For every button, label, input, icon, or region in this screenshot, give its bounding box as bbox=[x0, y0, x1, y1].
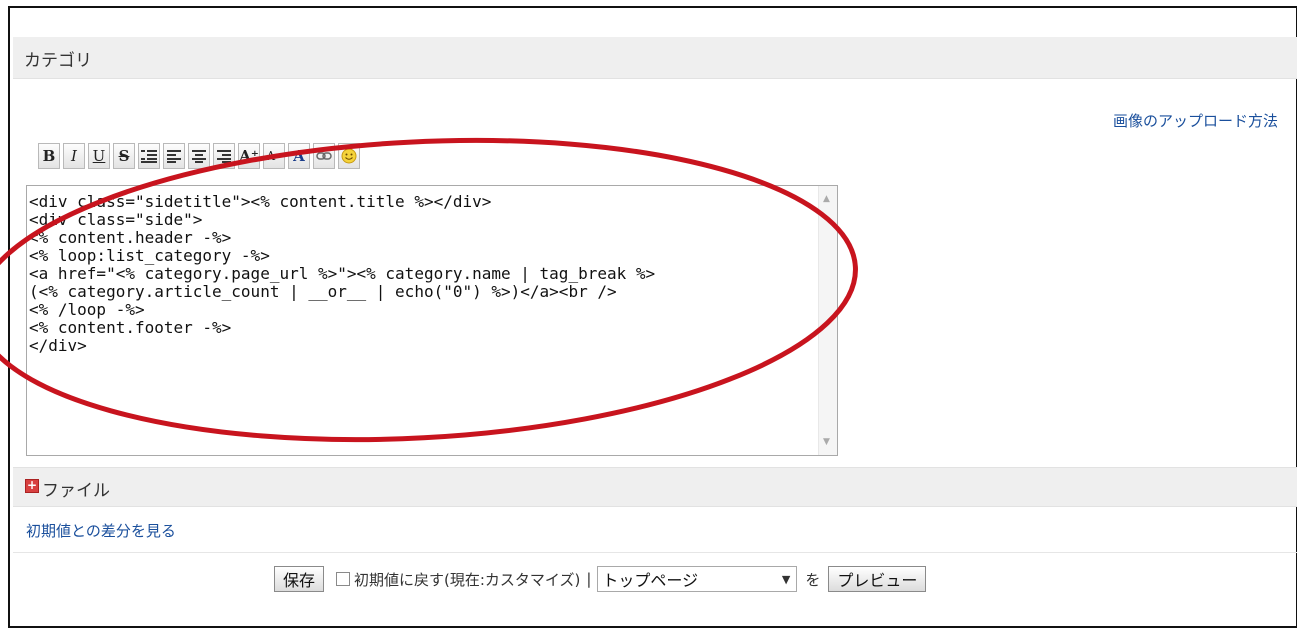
file-section-title[interactable]: ファイル bbox=[42, 476, 110, 501]
font-size-up-icon[interactable]: A⁺ bbox=[238, 143, 260, 169]
separator: | bbox=[586, 570, 592, 588]
underline-icon[interactable]: U bbox=[88, 143, 110, 169]
scroll-down-icon[interactable]: ▼ bbox=[823, 437, 830, 447]
italic-icon[interactable]: I bbox=[63, 143, 85, 169]
blockquote-icon[interactable] bbox=[138, 143, 160, 169]
page-select-value: トップページ bbox=[602, 571, 699, 590]
expand-plus-icon[interactable]: + bbox=[25, 479, 39, 493]
category-header: カテゴリ bbox=[13, 37, 1297, 79]
align-left-icon[interactable] bbox=[163, 143, 185, 169]
editor-content[interactable]: <div class="sidetitle"><% content.title … bbox=[29, 193, 655, 355]
align-right-icon[interactable] bbox=[213, 143, 235, 169]
scroll-up-icon[interactable]: ▲ bbox=[823, 194, 830, 204]
editor-toolbar: B I U S A⁺ A⁻ A bbox=[38, 143, 362, 173]
wo-label: を bbox=[805, 570, 821, 589]
divider bbox=[13, 552, 1297, 553]
reset-label: 初期値に戻す(現在:カスタマイズ) bbox=[354, 570, 581, 589]
link-icon[interactable] bbox=[313, 143, 335, 169]
font-color-icon[interactable]: A bbox=[288, 143, 310, 169]
strikethrough-icon[interactable]: S bbox=[113, 143, 135, 169]
save-button[interactable]: 保存 bbox=[274, 566, 325, 592]
editor-scrollbar[interactable]: ▲ ▼ bbox=[818, 186, 837, 455]
bold-icon[interactable]: B bbox=[38, 143, 60, 169]
template-code-editor[interactable]: <div class="sidetitle"><% content.title … bbox=[26, 185, 838, 456]
view-diff-link[interactable]: 初期値との差分を見る bbox=[26, 520, 176, 541]
image-upload-help-link[interactable]: 画像のアップロード方法 bbox=[1113, 110, 1278, 131]
file-section-header[interactable]: + ファイル bbox=[13, 467, 1297, 507]
reset-checkbox[interactable] bbox=[336, 572, 351, 586]
font-size-down-icon[interactable]: A⁻ bbox=[263, 143, 285, 169]
emoticon-icon[interactable] bbox=[338, 143, 360, 169]
align-center-icon[interactable] bbox=[188, 143, 210, 169]
page-title: カテゴリ bbox=[24, 51, 92, 71]
chevron-down-icon: ▼ bbox=[781, 573, 791, 586]
action-bar: 保存 初期値に戻す(現在:カスタマイズ) | トップページ ▼ を プレビュー bbox=[274, 566, 927, 592]
page-select[interactable]: トップページ ▼ bbox=[597, 566, 798, 592]
preview-button[interactable]: プレビュー bbox=[828, 566, 927, 592]
